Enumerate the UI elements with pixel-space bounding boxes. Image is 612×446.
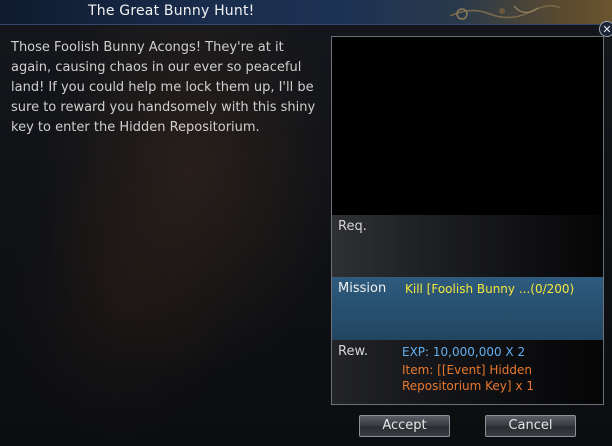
ornament-icon: [450, 5, 560, 20]
reward-row: Rew. EXP: 10,000,000 X 2 Item: [[Event] …: [332, 340, 603, 404]
npc-dialogue-text: Those Foolish Bunny Acongs! They're at i…: [11, 40, 316, 135]
accept-button[interactable]: Accept: [359, 415, 450, 437]
quest-preview-area: [332, 37, 603, 215]
requirements-label: Req.: [338, 219, 367, 234]
close-icon: ✕: [602, 23, 612, 36]
close-button[interactable]: ✕: [599, 21, 612, 37]
cancel-button[interactable]: Cancel: [485, 415, 576, 437]
quest-dialog: The Great Bunny Hunt! ✕ Those Foolish Bu…: [0, 0, 612, 446]
mission-label: Mission: [338, 281, 387, 296]
quest-info-panel: Req. Mission Kill [Foolish Bunny ...(0/2…: [331, 36, 604, 405]
reward-exp: EXP: 10,000,000 X 2: [402, 345, 526, 359]
reward-label: Rew.: [338, 344, 369, 359]
reward-item[interactable]: Item: [[Event] Hidden Repositorium Key] …: [402, 362, 602, 394]
title-bar[interactable]: The Great Bunny Hunt!: [0, 0, 612, 25]
mission-objective[interactable]: Kill [Foolish Bunny ...(0/200): [405, 282, 574, 296]
window-title: The Great Bunny Hunt!: [88, 3, 255, 19]
requirements-row: Req.: [332, 215, 603, 277]
mission-row[interactable]: Mission Kill [Foolish Bunny ...(0/200): [332, 277, 603, 340]
